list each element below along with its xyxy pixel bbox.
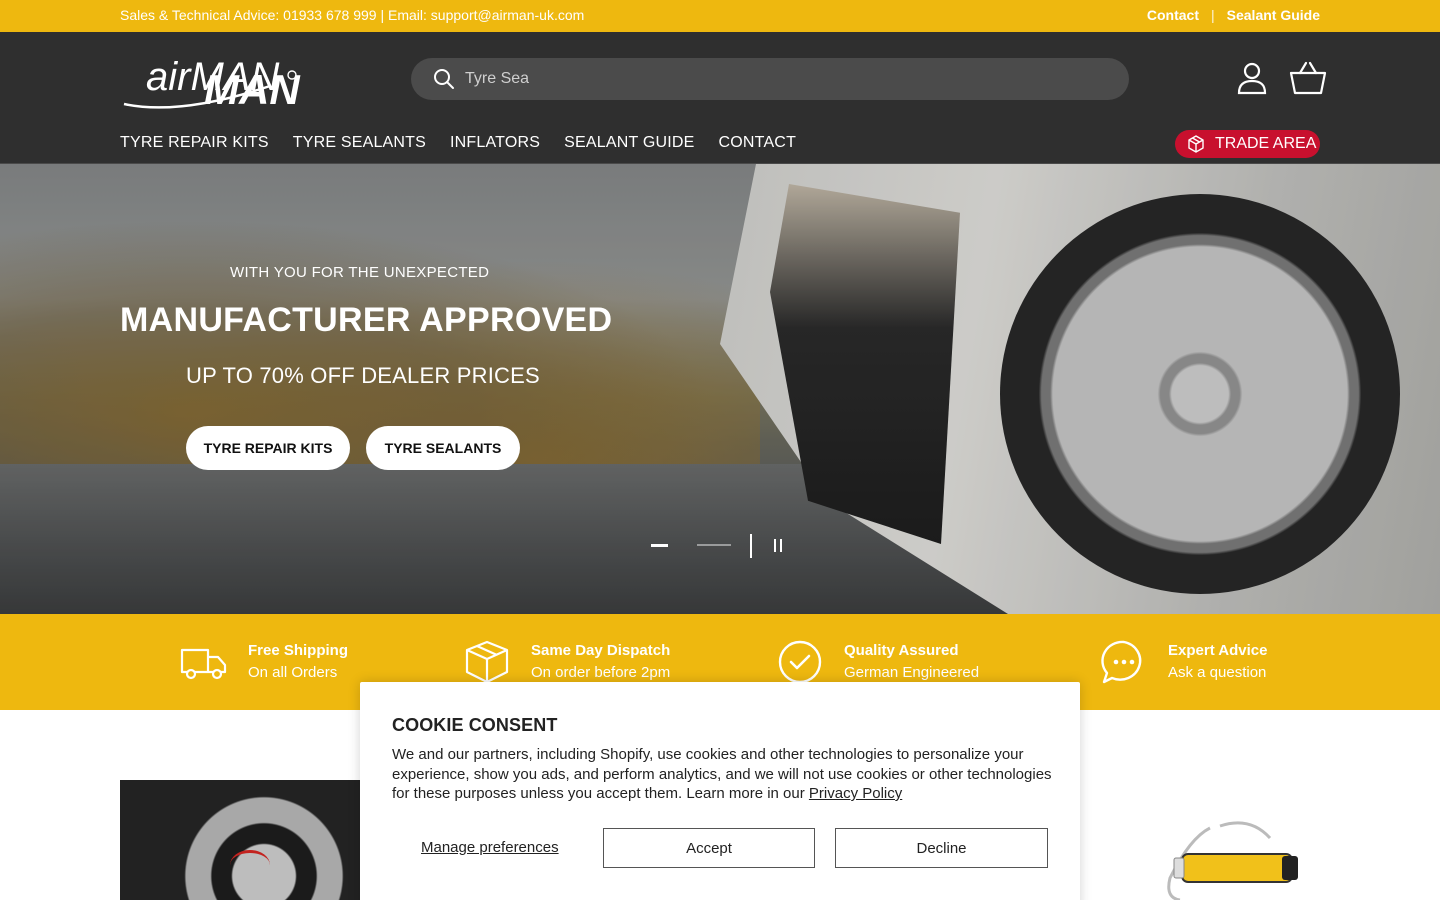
slide-indicator-1[interactable]	[651, 544, 668, 547]
topbar-sealant-guide-link[interactable]: Sealant Guide	[1227, 7, 1320, 23]
contact-info-text: Sales & Technical Advice: 01933 678 999 …	[120, 7, 585, 23]
check-circle-icon	[778, 640, 822, 684]
usp-text: German Engineered	[844, 664, 980, 681]
nav-tyre-repair-kits[interactable]: TYRE REPAIR KITS	[120, 134, 269, 152]
svg-text:MAN: MAN	[204, 66, 301, 110]
basket-icon[interactable]	[1288, 60, 1328, 96]
topbar-links: Contact | Sealant Guide	[1147, 7, 1320, 23]
usp-title: Expert Advice	[1168, 642, 1268, 659]
nav-tyre-sealants[interactable]: TYRE SEALANTS	[293, 134, 426, 152]
usp-title: Same Day Dispatch	[531, 642, 671, 659]
usp-text: On order before 2pm	[531, 664, 671, 681]
decline-button[interactable]: Decline	[835, 828, 1048, 868]
hero-tyre-sealants-button[interactable]: TYRE SEALANTS	[366, 426, 520, 470]
cookie-body: We and our partners, including Shopify, …	[392, 746, 1052, 802]
pause-icon[interactable]	[772, 539, 784, 553]
account-icon[interactable]	[1234, 60, 1270, 96]
topbar-contact-link[interactable]: Contact	[1147, 7, 1199, 23]
hero-headline: MANUFACTURER APPROVED	[120, 301, 613, 339]
main-nav: TYRE REPAIR KITS TYRE SEALANTS INFLATORS…	[120, 134, 796, 152]
airman-logo[interactable]: airMAN MAN	[120, 46, 315, 110]
usp-quality-assured: Quality Assured German Engineered	[776, 640, 979, 684]
nav-sealant-guide[interactable]: SEALANT GUIDE	[564, 134, 694, 152]
truck-icon	[180, 648, 227, 680]
privacy-policy-link[interactable]: Privacy Policy	[809, 785, 902, 802]
package-icon	[1188, 135, 1204, 153]
hero-eyebrow: WITH YOU FOR THE UNEXPECTED	[230, 264, 490, 281]
featured-image-sealant-bottle[interactable]	[1160, 818, 1310, 900]
nav-inflators[interactable]: INFLATORS	[450, 134, 540, 152]
slide-indicator-2[interactable]	[697, 544, 731, 546]
trade-area-label: TRADE AREA	[1215, 135, 1317, 152]
nav-contact[interactable]: CONTACT	[719, 134, 797, 152]
usp-title: Free Shipping	[248, 642, 349, 659]
manage-preferences-link[interactable]: Manage preferences	[421, 839, 559, 856]
cookie-title: COOKIE CONSENT	[392, 715, 558, 735]
featured-image-wheel[interactable]	[120, 780, 360, 900]
announcement-bar: Sales & Technical Advice: 01933 678 999 …	[0, 0, 1440, 32]
accept-button[interactable]: Accept	[603, 828, 815, 868]
hero-tyre-repair-kits-button[interactable]: TYRE REPAIR KITS	[186, 426, 350, 470]
usp-text: On all Orders	[248, 664, 338, 681]
search-icon[interactable]	[433, 68, 455, 90]
usp-free-shipping: Free Shipping On all Orders	[180, 640, 348, 684]
topbar-separator: |	[1211, 7, 1215, 23]
usp-title: Quality Assured	[844, 642, 959, 659]
search-bar[interactable]	[411, 58, 1129, 100]
hero-subheading: UP TO 70% OFF DEALER PRICES	[186, 363, 540, 388]
site-header: airMAN MAN TYRE REPAIR KITS TYRE SEALANT…	[0, 32, 1440, 164]
cookie-consent-dialog: COOKIE CONSENT We and our partners, incl…	[360, 682, 1080, 900]
hero-slideshow: WITH YOU FOR THE UNEXPECTED MANUFACTURER…	[0, 164, 1440, 614]
usp-same-day-dispatch: Same Day Dispatch On order before 2pm	[463, 640, 670, 684]
chat-icon	[1101, 640, 1142, 684]
trade-area-button[interactable]: TRADE AREA	[1175, 130, 1320, 158]
box-icon	[465, 640, 509, 684]
usp-text: Ask a question	[1168, 664, 1267, 681]
usp-expert-advice: Expert Advice Ask a question	[1100, 640, 1268, 684]
controls-divider	[750, 534, 752, 558]
search-input[interactable]	[465, 58, 1105, 100]
slideshow-controls	[651, 534, 791, 558]
